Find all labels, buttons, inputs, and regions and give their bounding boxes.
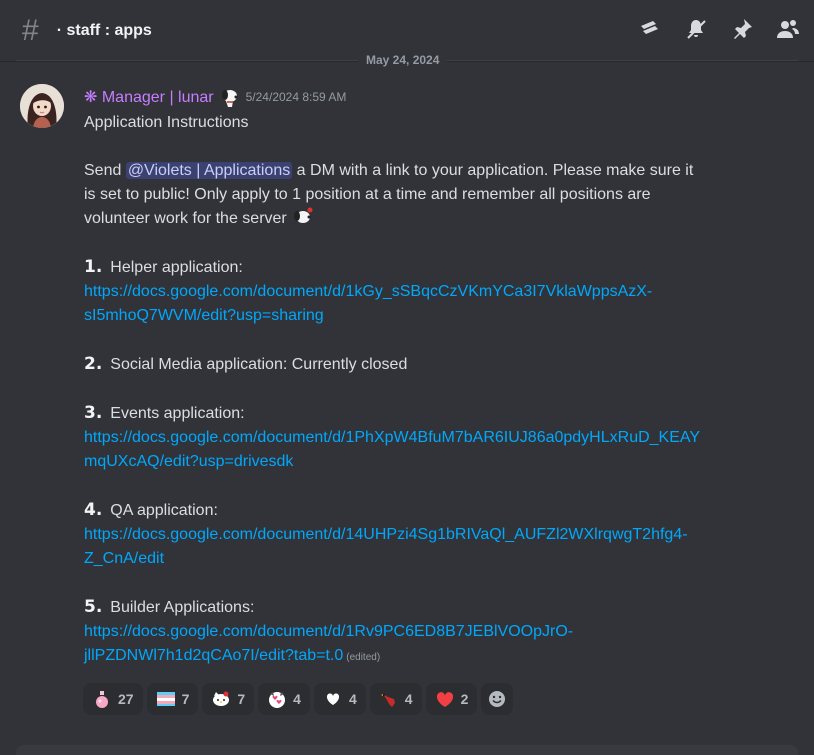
pin-icon[interactable]	[730, 17, 754, 41]
events-application-link-cont[interactable]: mqUXcAQ/edit?usp=drivesdk	[84, 450, 764, 474]
snoopy-badge-icon	[221, 90, 238, 107]
snoopy-emoji-icon	[293, 207, 313, 223]
item-3: 3. Events application:	[84, 401, 764, 426]
reaction-trans-flag[interactable]: 7	[146, 683, 199, 715]
channel-title: staff : apps	[66, 21, 152, 39]
qa-application-link-cont[interactable]: Z_CnA/edit	[84, 547, 764, 571]
item-5-label: Builder Applications:	[110, 599, 255, 616]
item-3-label: Events application:	[110, 405, 245, 422]
white-heart-icon	[326, 693, 340, 705]
item-3-number: 3.	[84, 403, 103, 423]
item-1-label: Helper application:	[110, 259, 243, 276]
reaction-count: 2	[460, 691, 469, 707]
builder-application-link[interactable]: https://docs.google.com/document/d/1Rv9P…	[84, 620, 764, 644]
body-line-2: is set to public! Only apply to 1 positi…	[84, 186, 651, 203]
message-header: ❋ Manager | lunar 5/24/2024 8:59 AM	[84, 86, 346, 108]
notification-muted-icon[interactable]	[684, 17, 708, 41]
avatar-image	[20, 84, 64, 128]
reaction-count: 27	[118, 691, 134, 707]
body-line-3-text: volunteer work for the server	[84, 210, 287, 227]
item-4-number: 4.	[84, 500, 103, 520]
builder-application-link-cont[interactable]: jllPZDNWl7h1d2qCAo7I/edit?tab=t.0	[84, 647, 343, 664]
item-5: 5. Builder Applications:	[84, 595, 764, 620]
threads-icon[interactable]	[638, 17, 662, 41]
bird-icon	[380, 694, 395, 707]
channel-prefix: ·	[56, 21, 63, 39]
edited-label: (edited)	[346, 652, 381, 663]
message-timestamp: 5/24/2024 8:59 AM	[245, 90, 347, 104]
reaction-count: 7	[181, 691, 190, 707]
message-title: Application Instructions	[84, 114, 249, 131]
avatar[interactable]	[20, 84, 64, 128]
reaction-count: 4	[293, 691, 301, 707]
hashtag-icon: #	[22, 13, 39, 47]
date-divider: May 24, 2024	[358, 52, 448, 68]
potion-icon	[96, 691, 108, 708]
item-4-label: QA application:	[110, 502, 218, 519]
reaction-white-heart[interactable]: 4	[313, 683, 366, 715]
body-send-text: Send	[84, 162, 126, 179]
body-line-3: volunteer work for the server	[84, 207, 764, 231]
smiley-icon	[489, 691, 506, 707]
member-list-icon[interactable]	[776, 17, 800, 41]
events-application-link[interactable]: https://docs.google.com/document/d/1PhXp…	[84, 426, 764, 450]
username[interactable]: ❋ Manager | lunar	[84, 87, 214, 107]
item-5-number: 5.	[84, 597, 103, 617]
role-mention[interactable]: @Violets | Applications	[125, 162, 293, 179]
cat-heart-icon	[269, 692, 286, 708]
trans-flag-icon	[156, 692, 175, 706]
reaction-hello-kitty[interactable]: 7	[202, 683, 255, 715]
reaction-red-heart[interactable]: 2	[425, 683, 478, 715]
red-heart-icon	[436, 692, 453, 707]
reactions-bar: 27 7 7 4 4 4 2	[83, 683, 514, 715]
item-1-number: 1.	[84, 257, 103, 277]
body-after-mention: a DM with a link to your application. Pl…	[292, 162, 694, 179]
item-2: 2. Social Media application: Currently cl…	[84, 352, 764, 377]
helper-application-link[interactable]: https://docs.google.com/document/d/1kGy_…	[84, 280, 764, 304]
reaction-cat-heart[interactable]: 4	[258, 683, 310, 715]
reaction-count: 4	[404, 691, 413, 707]
item-2-number: 2.	[84, 354, 103, 374]
item-2-label: Social Media application: Currently clos…	[110, 356, 408, 373]
reaction-bird[interactable]: 4	[369, 683, 422, 715]
add-reaction-button[interactable]	[481, 683, 514, 715]
qa-application-link[interactable]: https://docs.google.com/document/d/14UHP…	[84, 523, 764, 547]
body-line-1: Send @Violets | Applications a DM with a…	[84, 159, 764, 183]
builder-link-last-line: jllPZDNWl7h1d2qCAo7I/edit?tab=t.0 (edited…	[84, 644, 764, 670]
channel-name: · staff : apps	[57, 22, 152, 40]
helper-application-link-cont[interactable]: sI5mhoQ7WVM/edit?usp=sharing	[84, 304, 764, 328]
reaction-count: 7	[237, 691, 246, 707]
hello-kitty-icon	[213, 691, 230, 706]
message-input-bar[interactable]	[16, 745, 798, 755]
message-content: Application Instructions Send @Violets |…	[84, 111, 764, 670]
reaction-potion[interactable]: 27	[83, 683, 143, 715]
reaction-count: 4	[348, 691, 357, 707]
item-4: 4. QA application:	[84, 498, 764, 523]
item-1: 1. Helper application:	[84, 255, 764, 280]
